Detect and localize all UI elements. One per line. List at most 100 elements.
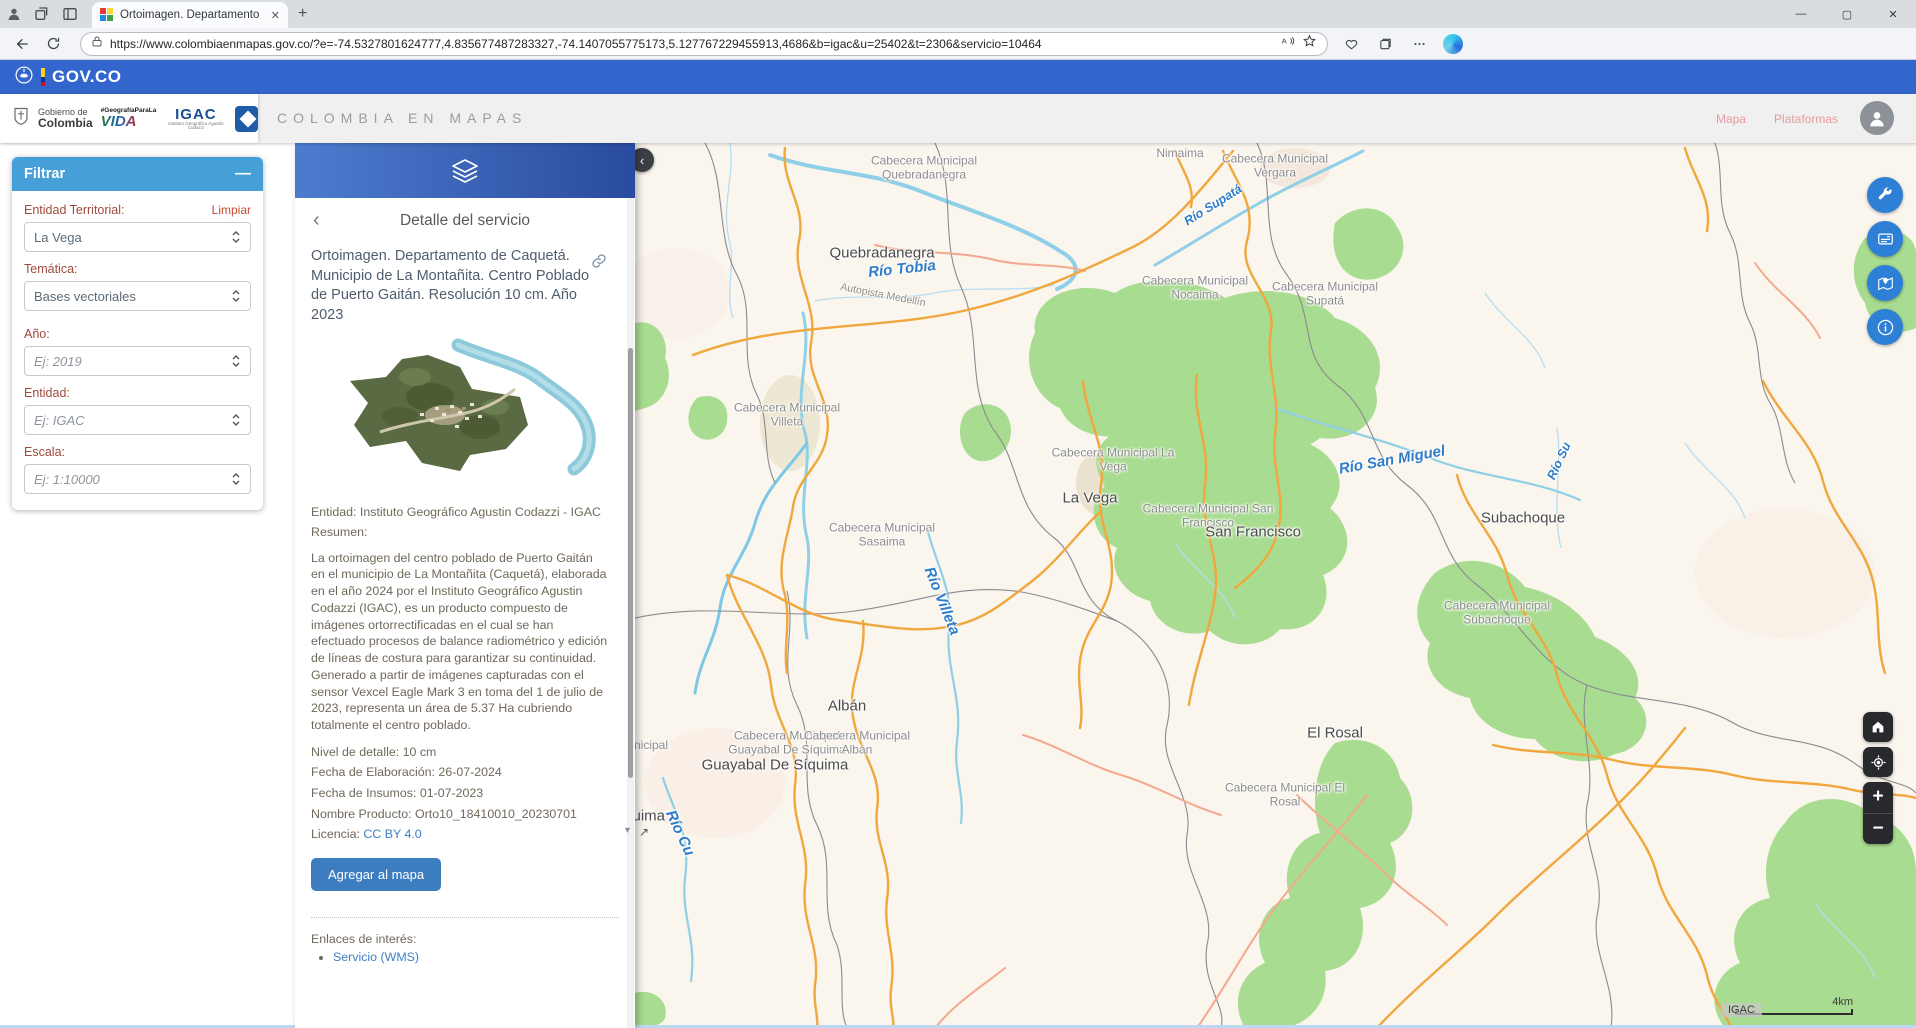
service-title: Ortoimagen. Departamento de Caquetá. Mun… xyxy=(311,247,609,325)
refresh-icon[interactable] xyxy=(38,31,68,57)
new-tab-button[interactable]: + xyxy=(298,5,307,23)
maximize-button[interactable]: ▢ xyxy=(1824,0,1870,28)
copilot-icon[interactable] xyxy=(1438,31,1468,57)
info-icon xyxy=(1876,318,1895,337)
service-detail-panel: ‹ Detalle del servicio Ortoimagen. Depar… xyxy=(295,143,635,1028)
entidad-territorial-value: La Vega xyxy=(34,230,82,245)
vertical-tabs-icon[interactable] xyxy=(56,3,84,25)
zoom-out-button[interactable]: − xyxy=(1863,814,1893,845)
home-icon xyxy=(1870,719,1886,735)
colombia-flag-icon xyxy=(41,68,45,86)
license-line: Licencia: CC BY 4.0 xyxy=(311,826,609,844)
license-label: Licencia: xyxy=(311,827,363,841)
summary-text: La ortoimagen del centro poblado de Puer… xyxy=(311,550,609,734)
geolocate-button[interactable] xyxy=(1863,747,1893,777)
url-text: https://www.colombiaenmapas.gov.co/?e=-7… xyxy=(110,37,1273,51)
back-chevron-icon[interactable]: ‹ xyxy=(313,210,320,230)
minimize-button[interactable]: — xyxy=(1778,0,1824,28)
browser-tab-strip: Ortoimagen. Departamento de Ca ✕ + — ▢ ✕ xyxy=(0,0,1916,28)
ano-label: Año: xyxy=(24,327,251,341)
profile-icon[interactable] xyxy=(0,3,28,25)
escala-select[interactable]: Ej: 1:10000 xyxy=(24,464,251,494)
scroll-down-icon[interactable]: ▾ xyxy=(625,825,630,836)
gobierno-line2: Colombia xyxy=(38,117,93,129)
panel-scrollbar[interactable] xyxy=(627,198,634,1028)
service-thumbnail-image[interactable] xyxy=(310,337,608,481)
detail-level: Nivel de detalle: 10 cm xyxy=(311,744,609,762)
nav-plataformas[interactable]: Plataformas xyxy=(1774,112,1838,126)
site-header: Gobierno de Colombia #GeografíaParaLa VI… xyxy=(0,94,1916,143)
vida-word: VIDA xyxy=(101,114,157,129)
summary-label: Resumen: xyxy=(311,524,609,541)
vida-logo: #GeografíaParaLa VIDA xyxy=(101,108,157,130)
igac-caption: Instituto Geográfico Agustín Codazzi xyxy=(164,122,227,131)
select-chevrons-icon xyxy=(231,354,241,368)
gobierno-crest-icon xyxy=(12,106,30,131)
add-to-map-button[interactable]: Agregar al mapa xyxy=(311,858,441,891)
map-viewport[interactable]: Cabecera Municipal QuebradanegraQuebrada… xyxy=(635,143,1916,1028)
entity-line: Entidad: Instituto Geográfico Agustin Co… xyxy=(311,504,609,521)
read-aloud-icon[interactable]: A xyxy=(1280,34,1295,53)
panel-header xyxy=(295,143,635,198)
filter-header[interactable]: Filtrar — xyxy=(12,157,263,191)
tematica-select[interactable]: Bases vectoriales xyxy=(24,281,251,311)
scrollbar-thumb[interactable] xyxy=(628,348,633,778)
select-chevrons-icon xyxy=(231,230,241,244)
tematica-value: Bases vectoriales xyxy=(34,289,136,304)
entidad-select[interactable]: Ej: IGAC xyxy=(24,405,251,435)
tematica-label: Temática: xyxy=(24,262,251,276)
select-chevrons-icon xyxy=(231,472,241,486)
settings-ellipsis-icon[interactable] xyxy=(1404,31,1434,57)
zoom-in-button[interactable]: + xyxy=(1863,782,1893,814)
entidad-territorial-select[interactable]: La Vega xyxy=(24,222,251,252)
service-metadata: Entidad: Instituto Geográfico Agustin Co… xyxy=(311,504,609,844)
active-tab[interactable]: Ortoimagen. Departamento de Ca ✕ xyxy=(92,2,288,28)
layers-icon xyxy=(450,158,480,184)
browser-toolbar: https://www.colombiaenmapas.gov.co/?e=-7… xyxy=(0,28,1916,60)
links-label: Enlaces de interés: xyxy=(311,932,416,946)
gobierno-logo: Gobierno de Colombia xyxy=(38,108,93,129)
svg-text:A: A xyxy=(1282,36,1288,45)
entidad-territorial-label: Entidad Territorial: xyxy=(24,203,125,217)
wrench-icon xyxy=(1876,186,1894,204)
tab-group-icon[interactable] xyxy=(28,3,56,25)
logo-card: Gobierno de Colombia #GeografíaParaLa VI… xyxy=(0,94,258,143)
detail-elaboration-date: Fecha de Elaboración: 26-07-2024 xyxy=(311,764,609,782)
govco-logo-text[interactable]: GOV.CO xyxy=(52,67,121,87)
site-favicon-icon xyxy=(100,8,114,22)
browser-essentials-icon[interactable] xyxy=(1336,31,1366,57)
collections-icon[interactable] xyxy=(1370,31,1400,57)
browser-window: Ortoimagen. Departamento de Ca ✕ + — ▢ ✕… xyxy=(0,0,1916,1028)
locate-icon xyxy=(1870,754,1887,771)
location-map-button[interactable] xyxy=(1867,265,1903,301)
close-button[interactable]: ✕ xyxy=(1870,0,1916,28)
address-bar[interactable]: https://www.colombiaenmapas.gov.co/?e=-7… xyxy=(80,32,1328,56)
share-link-icon[interactable] xyxy=(591,253,607,274)
filter-sidebar: Filtrar — Entidad Territorial: Limpiar L… xyxy=(0,143,295,1028)
ano-placeholder: Ej: 2019 xyxy=(34,354,82,369)
license-link[interactable]: CC BY 4.0 xyxy=(363,827,421,841)
igac-logo-text: IGAC Instituto Geográfico Agustín Codazz… xyxy=(164,107,227,131)
wms-service-link[interactable]: Servicio (WMS) xyxy=(333,950,419,964)
govco-bar: GOV.CO xyxy=(0,60,1916,94)
tools-button[interactable] xyxy=(1867,177,1903,213)
map-attribution[interactable]: IGAC xyxy=(1721,1003,1762,1017)
govco-crest-icon xyxy=(14,65,34,90)
tab-close-icon[interactable]: ✕ xyxy=(271,9,280,22)
zoom-controls: + − xyxy=(1863,782,1893,844)
ano-select[interactable]: Ej: 2019 xyxy=(24,346,251,376)
clear-filters-link[interactable]: Limpiar xyxy=(212,203,251,217)
favorites-star-icon[interactable] xyxy=(1302,34,1317,53)
map-canvas[interactable] xyxy=(635,143,1916,1028)
links-of-interest: Enlaces de interés: Servicio (WMS) xyxy=(311,932,609,964)
back-icon[interactable] xyxy=(8,31,38,57)
filter-card: Filtrar — Entidad Territorial: Limpiar L… xyxy=(12,157,263,510)
map-expand-icon[interactable]: ↗ xyxy=(639,825,649,839)
tab-title: Ortoimagen. Departamento de Ca xyxy=(120,9,260,21)
info-button[interactable] xyxy=(1867,309,1903,345)
nav-mapa[interactable]: Mapa xyxy=(1716,112,1746,126)
user-avatar[interactable] xyxy=(1860,101,1894,135)
basemap-button[interactable] xyxy=(1867,221,1903,257)
collapse-minus-icon[interactable]: — xyxy=(235,165,251,183)
home-extent-button[interactable] xyxy=(1863,712,1893,742)
